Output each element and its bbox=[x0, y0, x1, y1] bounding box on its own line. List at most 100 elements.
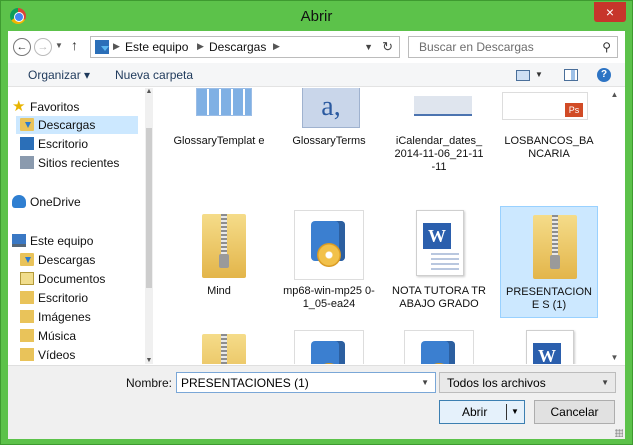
onedrive-icon bbox=[12, 195, 26, 208]
downloads-folder-icon bbox=[20, 253, 34, 266]
file-item[interactable]: a, GlossaryTerms bbox=[280, 88, 378, 168]
recent-places-icon bbox=[20, 156, 34, 169]
chevron-down-icon[interactable]: ▼ bbox=[364, 42, 373, 52]
chevron-down-icon[interactable]: ▼ bbox=[511, 407, 519, 416]
dialog-footer: Nombre: PRESENTACIONES (1) ▼ Todos los a… bbox=[8, 365, 625, 439]
downloads-folder-icon bbox=[95, 40, 109, 54]
file-name: LOSBANCOS_BA NCARIA bbox=[504, 135, 594, 160]
recent-locations-dropdown[interactable]: ▼ bbox=[55, 41, 63, 50]
file-item[interactable]: GlossaryTemplat e bbox=[170, 88, 268, 168]
videos-icon bbox=[20, 348, 34, 361]
navigation-pane: ★ Favoritos Descargas Escritorio Sitios … bbox=[8, 88, 153, 364]
sidebar-item-label: Sitios recientes bbox=[38, 156, 120, 170]
scroll-up-icon[interactable]: ▲ bbox=[145, 88, 153, 95]
sidebar-item-label: Descargas bbox=[38, 118, 96, 132]
file-item[interactable]: iCalendar_dates_ 2014-11-06_21-11 -11 bbox=[390, 88, 488, 173]
navigation-pane-scrollbar[interactable]: ▲ ▼ bbox=[145, 88, 153, 364]
window-title: Abrir bbox=[300, 8, 333, 25]
sidebar-item-favoritos[interactable]: ★ Favoritos bbox=[8, 98, 138, 116]
filetype-value: Todos los archivos bbox=[447, 376, 546, 390]
pictures-icon bbox=[20, 310, 34, 323]
change-view-icon[interactable] bbox=[516, 70, 530, 81]
sidebar-item-label: OneDrive bbox=[30, 195, 81, 209]
computer-icon bbox=[12, 234, 26, 247]
new-folder-button[interactable]: Nueva carpeta bbox=[115, 68, 193, 82]
setup-installer-icon bbox=[415, 337, 461, 364]
filename-input[interactable]: PRESENTACIONES (1) ▼ bbox=[176, 372, 436, 393]
scrollbar-thumb[interactable] bbox=[146, 128, 152, 288]
file-item[interactable]: Ps LOSBANCOS_BA NCARIA bbox=[500, 88, 598, 168]
search-input[interactable]: Buscar en Descargas ⚲ bbox=[408, 36, 618, 58]
breadcrumb-descargas[interactable]: Descargas bbox=[209, 40, 266, 54]
sidebar-item-documentos[interactable]: Documentos bbox=[16, 270, 146, 288]
help-icon[interactable]: ? bbox=[597, 68, 611, 82]
file-item[interactable]: W NOTA TUTORA TRABAJO GRADO bbox=[390, 206, 488, 318]
sidebar-item-escritorio-pc[interactable]: Escritorio bbox=[16, 289, 146, 307]
sidebar-item-label: Este equipo bbox=[30, 234, 94, 248]
sidebar-item-sitios-recientes[interactable]: Sitios recientes bbox=[16, 154, 146, 172]
scroll-up-icon[interactable]: ▲ bbox=[608, 90, 621, 99]
file-item[interactable] bbox=[170, 326, 268, 364]
sidebar-item-onedrive[interactable]: OneDrive bbox=[8, 193, 138, 211]
file-name: PRESENTACIONE S (1) bbox=[506, 286, 592, 311]
sidebar-item-escritorio[interactable]: Escritorio bbox=[16, 135, 146, 153]
downloads-folder-icon bbox=[20, 118, 34, 131]
organize-menu-button[interactable]: Organizar ▾ bbox=[28, 68, 90, 82]
up-button[interactable]: ↑ bbox=[71, 37, 78, 53]
cancel-button[interactable]: Cancelar bbox=[534, 400, 615, 424]
chevron-down-icon[interactable]: ▼ bbox=[601, 378, 609, 387]
dialog-body: ← → ▼ ↑ ▶ Este equipo ▶ Descargas ▶ ▼ ↻ … bbox=[8, 31, 625, 439]
close-button[interactable]: × bbox=[594, 2, 626, 22]
star-icon: ★ bbox=[12, 98, 26, 115]
word-document-icon: W bbox=[526, 330, 574, 364]
chevron-right-icon[interactable]: ▶ bbox=[197, 41, 204, 52]
file-item[interactable]: Mind bbox=[170, 206, 268, 318]
chevron-right-icon[interactable]: ▶ bbox=[113, 41, 120, 52]
filetype-select[interactable]: Todos los archivos ▼ bbox=[439, 372, 616, 393]
sidebar-item-label: Imágenes bbox=[38, 310, 91, 324]
file-list: GlossaryTemplat e a, GlossaryTerms iCale… bbox=[154, 88, 615, 364]
address-bar[interactable]: ▶ Este equipo ▶ Descargas ▶ ▼ ↻ bbox=[90, 36, 400, 58]
sidebar-item-label: Descargas bbox=[38, 253, 96, 267]
title-bar[interactable]: Abrir × bbox=[1, 1, 632, 31]
forward-button[interactable]: → bbox=[34, 38, 52, 56]
sidebar-item-descargas-pc[interactable]: Descargas bbox=[16, 251, 146, 269]
sidebar-item-imagenes[interactable]: Imágenes bbox=[16, 308, 146, 326]
desktop-icon bbox=[20, 291, 34, 304]
sidebar-item-este-equipo[interactable]: Este equipo bbox=[8, 232, 138, 250]
setup-installer-icon bbox=[305, 337, 351, 364]
file-item[interactable]: W bbox=[500, 326, 598, 364]
sidebar-item-musica[interactable]: Música bbox=[16, 327, 146, 345]
chevron-down-icon[interactable]: ▼ bbox=[421, 378, 429, 387]
music-icon bbox=[20, 329, 34, 342]
resize-grip-icon[interactable] bbox=[615, 429, 623, 437]
template-thumbnail-icon bbox=[196, 88, 252, 116]
sidebar-item-label: Escritorio bbox=[38, 137, 89, 151]
breadcrumb-este-equipo[interactable]: Este equipo bbox=[125, 40, 188, 54]
file-list-scrollbar[interactable]: ▲ ▼ bbox=[608, 88, 621, 364]
scroll-down-icon[interactable]: ▼ bbox=[608, 353, 621, 362]
sidebar-item-label: Vídeos bbox=[38, 348, 76, 362]
file-item[interactable] bbox=[390, 326, 488, 364]
sidebar-item-descargas[interactable]: Descargas bbox=[16, 116, 138, 134]
documents-icon bbox=[20, 272, 34, 285]
file-item-selected[interactable]: PRESENTACIONE S (1) bbox=[500, 206, 598, 318]
open-button[interactable]: Abrir ▼ bbox=[439, 400, 525, 424]
file-item[interactable]: mp68-win-mp25 0-1_05-ea24 bbox=[280, 206, 378, 318]
file-name: mp68-win-mp25 0-1_05-ea24 bbox=[283, 285, 375, 310]
zip-folder-icon bbox=[202, 334, 246, 364]
back-button[interactable]: ← bbox=[13, 38, 31, 56]
setup-installer-icon bbox=[305, 217, 351, 273]
sidebar-item-videos[interactable]: Vídeos bbox=[16, 346, 146, 364]
chevron-right-icon[interactable]: ▶ bbox=[273, 41, 280, 52]
refresh-icon[interactable]: ↻ bbox=[382, 39, 393, 55]
file-item[interactable] bbox=[280, 326, 378, 364]
preview-pane-icon[interactable] bbox=[564, 69, 578, 81]
search-placeholder: Buscar en Descargas bbox=[419, 40, 534, 54]
scroll-down-icon[interactable]: ▼ bbox=[145, 357, 153, 364]
search-icon[interactable]: ⚲ bbox=[602, 40, 611, 54]
calendar-file-icon bbox=[414, 96, 472, 116]
chevron-down-icon[interactable]: ▼ bbox=[535, 70, 543, 79]
open-button-label: Abrir bbox=[462, 405, 488, 419]
pdf-thumbnail-icon: Ps bbox=[502, 92, 588, 120]
